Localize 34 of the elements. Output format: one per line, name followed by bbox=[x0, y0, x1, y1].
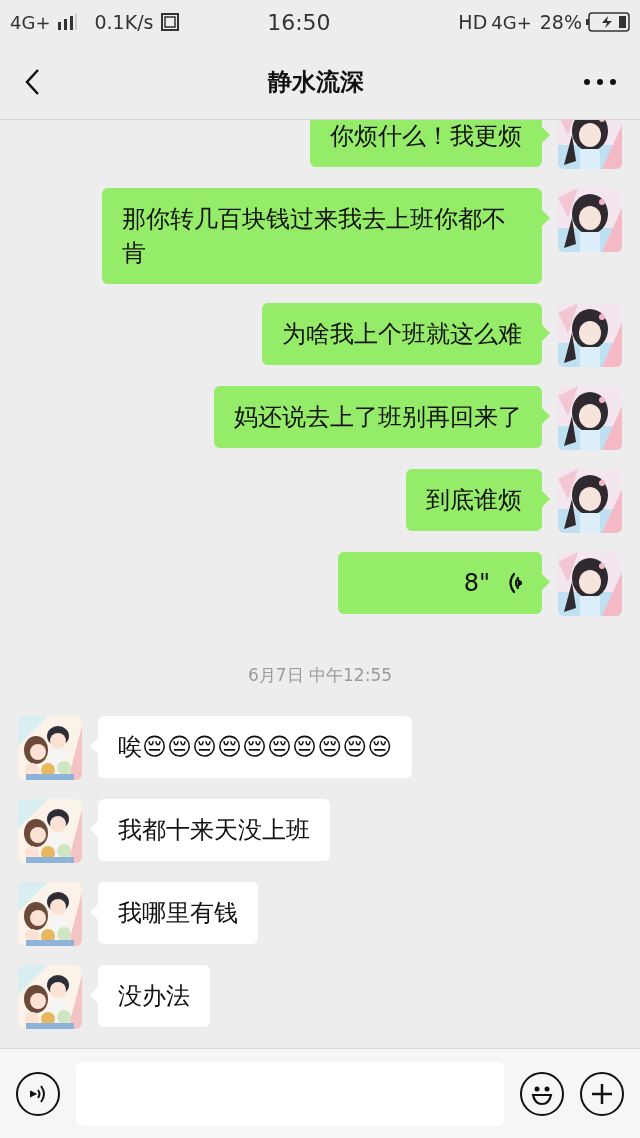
bubble-tail bbox=[542, 209, 550, 226]
sim-card-icon bbox=[161, 13, 180, 31]
message-bubble: 你烦什么！我更烦 bbox=[310, 120, 542, 167]
message-bubble: 为啥我上个班就这么难 bbox=[262, 302, 542, 365]
message-bubble: 我哪里有钱 bbox=[98, 882, 258, 944]
back-icon bbox=[24, 67, 40, 96]
add-button[interactable] bbox=[580, 1071, 624, 1116]
message-bubble: 那你转几百块钱过来我去上班你都不肯 bbox=[102, 187, 542, 284]
message-bubble: 我都十来天没上班 bbox=[98, 799, 330, 861]
message-bubble: 8" bbox=[338, 551, 542, 614]
message-bubble: 唉😔😔😔😔😔😔😔😔😔😔 bbox=[98, 716, 413, 778]
battery-charging-icon bbox=[586, 12, 630, 32]
bubble-tail bbox=[542, 490, 550, 507]
message-bubble: 到底谁烦 bbox=[406, 468, 542, 531]
chat-title: 静水流深 bbox=[268, 66, 364, 98]
bubble-tail bbox=[542, 324, 550, 341]
more-icon bbox=[584, 78, 616, 85]
clock: 16:50 bbox=[267, 8, 331, 37]
signal-icon bbox=[58, 14, 79, 30]
network-type: 4G+ bbox=[491, 10, 532, 35]
message-bubble: 妈还说去上了班别再回来了 bbox=[214, 385, 542, 448]
bubble-tail bbox=[542, 126, 550, 143]
hd-label: HD bbox=[458, 9, 488, 35]
network-speed: 0.1K/s bbox=[94, 9, 154, 35]
sound-wave-icon bbox=[506, 571, 522, 594]
bubble-tail bbox=[542, 407, 550, 424]
voice-input-button[interactable] bbox=[16, 1071, 60, 1116]
battery-percent: 28% bbox=[539, 9, 582, 35]
bubble-tail bbox=[542, 573, 550, 590]
emoji-button[interactable] bbox=[520, 1071, 564, 1116]
message-bubble: 没办法 bbox=[98, 965, 210, 1027]
plus-icon bbox=[590, 1081, 614, 1106]
network-type: 4G+ bbox=[10, 10, 51, 35]
timestamp: 6月7日 中午12:55 bbox=[248, 663, 392, 687]
